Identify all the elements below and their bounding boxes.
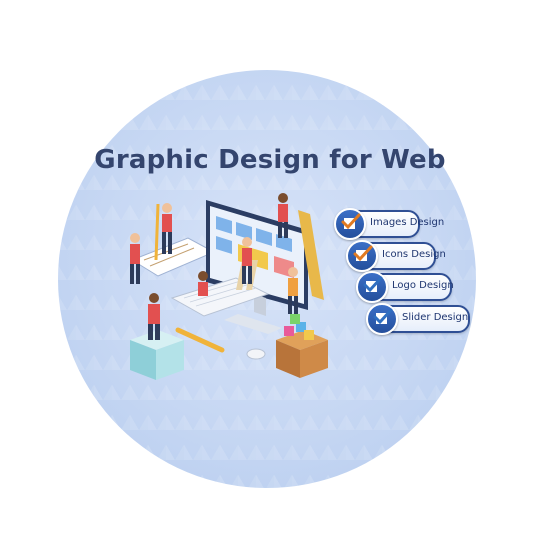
tag-slider-design: Slider Design bbox=[366, 303, 470, 335]
tag-label: Icons Design bbox=[382, 249, 446, 260]
tag-images-design: Images Design bbox=[334, 208, 444, 240]
tag-logo-design: Logo Design bbox=[356, 271, 454, 303]
page-title: Graphic Design for Web bbox=[94, 145, 446, 175]
tag-label: Slider Design bbox=[402, 312, 469, 323]
tag-label: Logo Design bbox=[392, 280, 454, 291]
checkbox-icon bbox=[334, 208, 366, 240]
checkbox-icon bbox=[366, 303, 398, 335]
checkbox-icon bbox=[356, 271, 388, 303]
design-team-illustration bbox=[130, 193, 328, 380]
tag-label: Images Design bbox=[370, 217, 445, 228]
checkbox-icon bbox=[346, 240, 378, 272]
tag-icons-design: Icons Design bbox=[346, 240, 446, 272]
